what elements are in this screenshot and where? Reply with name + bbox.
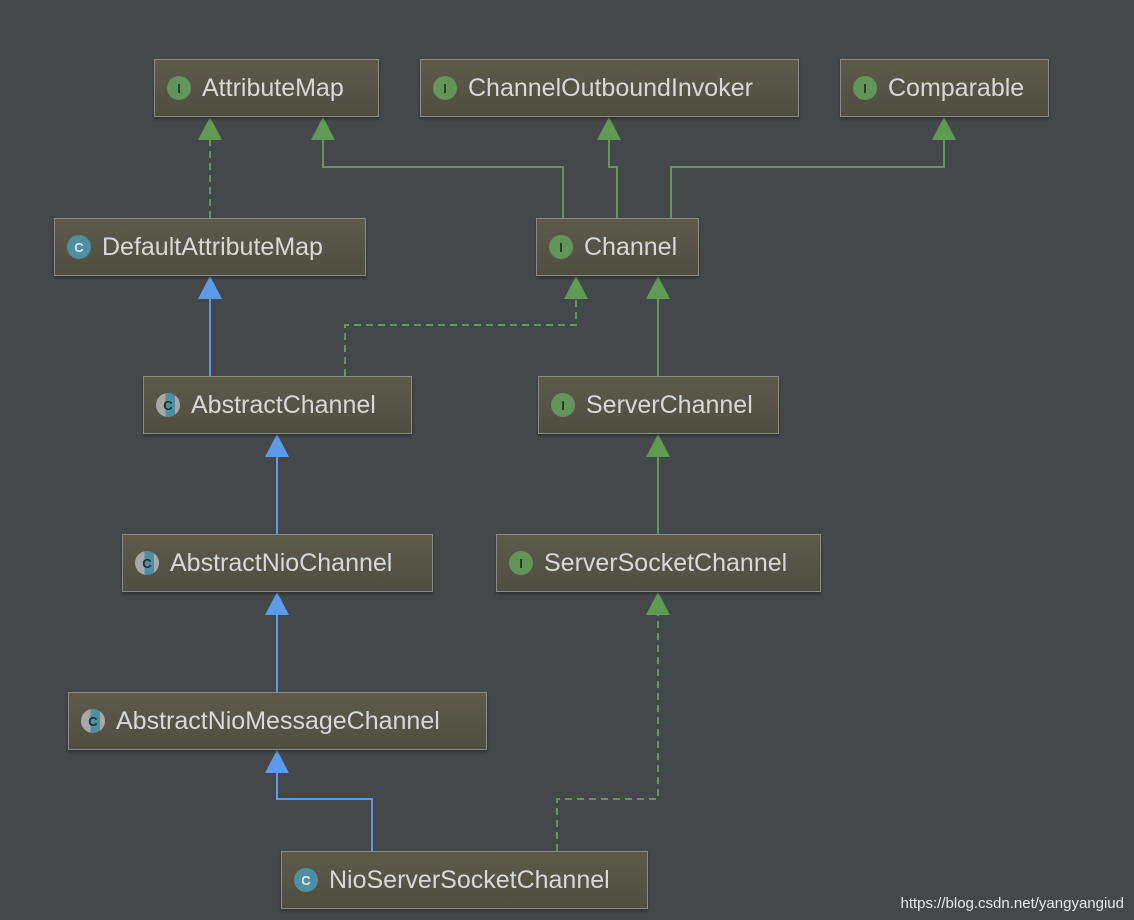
edge-channel-attributemap [311, 117, 564, 218]
edge-abstractniomessagechannel-abstractniochannel [265, 592, 289, 692]
node-defaultattributemap[interactable]: C DefaultAttributeMap [54, 218, 366, 276]
node-label: AttributeMap [202, 73, 344, 102]
interface-icon: I [549, 235, 573, 259]
node-label: Comparable [888, 73, 1025, 102]
edge-serversocketchannel-serverchannel [646, 434, 670, 534]
node-label: AbstractNioChannel [170, 548, 393, 577]
node-label: ServerSocketChannel [544, 548, 788, 577]
node-abstractniomessagechannel[interactable]: C AbstractNioMessageChannel [68, 692, 487, 750]
node-label: AbstractChannel [191, 390, 376, 419]
interface-icon: I [853, 76, 877, 100]
abstract-class-icon: C [156, 393, 180, 417]
interface-icon: I [167, 76, 191, 100]
abstract-class-icon: C [135, 551, 159, 575]
edge-abstractchannel-defaultattributemap [198, 276, 222, 376]
node-label: DefaultAttributeMap [102, 232, 323, 261]
watermark-url: https://blog.csdn.net/yangyangiud [900, 895, 1125, 912]
node-label: ChannelOutboundInvoker [468, 73, 753, 102]
node-attributemap[interactable]: I AttributeMap [154, 59, 379, 117]
node-label: Channel [584, 232, 678, 261]
class-icon: C [294, 868, 318, 892]
edge-serverchannel-channel [646, 276, 670, 376]
class-icon: C [67, 235, 91, 259]
node-serversocketchannel[interactable]: I ServerSocketChannel [496, 534, 821, 592]
edge-nioserversocketchannel-serversocketchannel [556, 592, 670, 851]
abstract-class-icon: C [81, 709, 105, 733]
node-abstractniochannel[interactable]: C AbstractNioChannel [122, 534, 433, 592]
edge-abstractniochannel-abstractchannel [265, 434, 289, 534]
node-channel[interactable]: I Channel [536, 218, 699, 276]
node-nioserversocketchannel[interactable]: C NioServerSocketChannel [281, 851, 648, 909]
node-label: ServerChannel [586, 390, 753, 419]
interface-icon: I [551, 393, 575, 417]
interface-icon: I [509, 551, 533, 575]
edge-defaultattributemap-attributemap [198, 117, 222, 218]
node-channeloutboundinvoker[interactable]: I ChannelOutboundInvoker [420, 59, 799, 117]
edge-nioserversocketchannel-abstractniomessagechannel [265, 750, 373, 851]
edge-abstractchannel-channel [344, 276, 588, 376]
node-label: AbstractNioMessageChannel [116, 706, 440, 735]
node-serverchannel[interactable]: I ServerChannel [538, 376, 779, 434]
edge-channel-comparable [670, 117, 956, 218]
node-abstractchannel[interactable]: C AbstractChannel [143, 376, 412, 434]
node-label: NioServerSocketChannel [329, 865, 610, 894]
node-comparable[interactable]: I Comparable [840, 59, 1049, 117]
inheritance-diagram-edges [198, 117, 956, 851]
edge-channel-outboundinvoker [597, 117, 621, 218]
interface-icon: I [433, 76, 457, 100]
